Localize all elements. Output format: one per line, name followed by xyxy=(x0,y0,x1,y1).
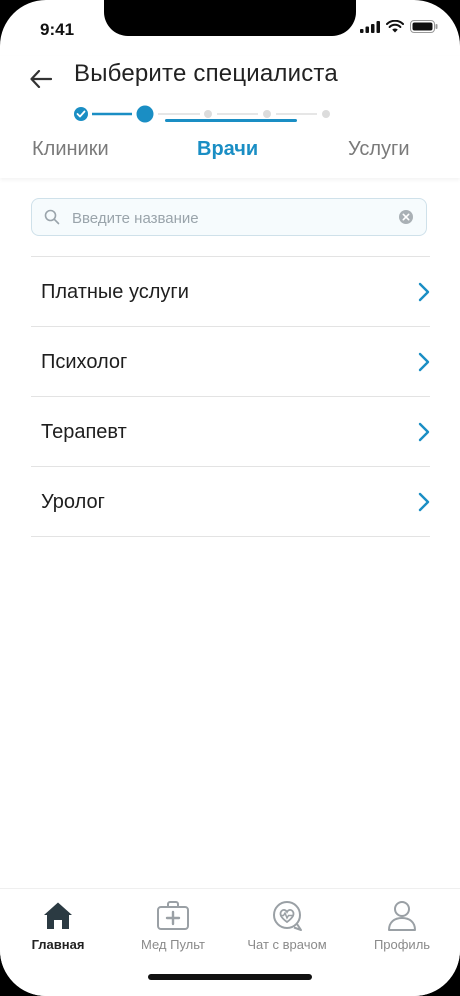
search-input[interactable] xyxy=(70,205,394,231)
phone-screen: 9:41 Выберите специалиста Клиники Врачи … xyxy=(0,0,460,996)
tab-services[interactable]: Услуги xyxy=(348,138,410,161)
search-box xyxy=(31,198,427,236)
medical-kit-icon xyxy=(157,901,189,930)
home-indicator xyxy=(148,974,312,980)
nav-label: Мед Пульт xyxy=(141,937,205,952)
header: Выберите специалиста Клиники Врачи Услуг… xyxy=(0,56,460,178)
chevron-right-icon xyxy=(418,422,430,442)
status-time: 9:41 xyxy=(40,20,75,39)
clear-icon[interactable] xyxy=(398,209,414,225)
list-item-label: Уролог xyxy=(41,491,105,513)
wifi-icon xyxy=(386,20,404,33)
chevron-right-icon xyxy=(418,282,430,302)
list-item-psychologist[interactable]: Психолог xyxy=(31,327,430,397)
specialty-list: Платные услуги Психолог Терапевт Уролог xyxy=(31,256,430,537)
tab-doctors[interactable]: Врачи xyxy=(197,138,258,161)
chevron-right-icon xyxy=(418,492,430,512)
heart-chat-icon xyxy=(273,901,302,931)
search-icon xyxy=(44,209,60,225)
nav-label: Главная xyxy=(31,937,85,952)
list-item-urologist[interactable]: Уролог xyxy=(31,467,430,537)
back-button[interactable] xyxy=(28,66,54,92)
list-item-paid-services[interactable]: Платные услуги xyxy=(31,257,430,327)
nav-doctor-chat[interactable]: Чат с врачом xyxy=(232,899,342,952)
active-tab-indicator xyxy=(165,119,297,122)
list-item-therapist[interactable]: Терапевт xyxy=(31,397,430,467)
nav-home[interactable]: Главная xyxy=(3,899,113,952)
user-icon xyxy=(388,901,416,931)
arrow-left-icon xyxy=(30,70,52,88)
stepper-track xyxy=(74,105,330,123)
nav-label: Чат с врачом xyxy=(247,937,327,952)
chevron-right-icon xyxy=(418,352,430,372)
battery-icon xyxy=(410,20,438,33)
nav-med-panel[interactable]: Мед Пульт xyxy=(118,899,228,952)
tab-clinics[interactable]: Клиники xyxy=(32,138,109,161)
list-item-label: Психолог xyxy=(41,351,128,373)
signal-icon xyxy=(360,20,380,33)
nav-profile[interactable]: Профиль xyxy=(347,899,457,952)
progress-stepper xyxy=(72,102,342,126)
page-title: Выберите специалиста xyxy=(74,60,338,87)
list-item-label: Платные услуги xyxy=(41,281,189,303)
nav-label: Профиль xyxy=(373,937,431,952)
list-item-label: Терапевт xyxy=(41,421,127,443)
home-icon xyxy=(44,902,72,929)
status-icons xyxy=(360,20,438,33)
notch xyxy=(104,0,356,36)
tab-bar: Клиники Врачи Услуги xyxy=(0,138,460,178)
